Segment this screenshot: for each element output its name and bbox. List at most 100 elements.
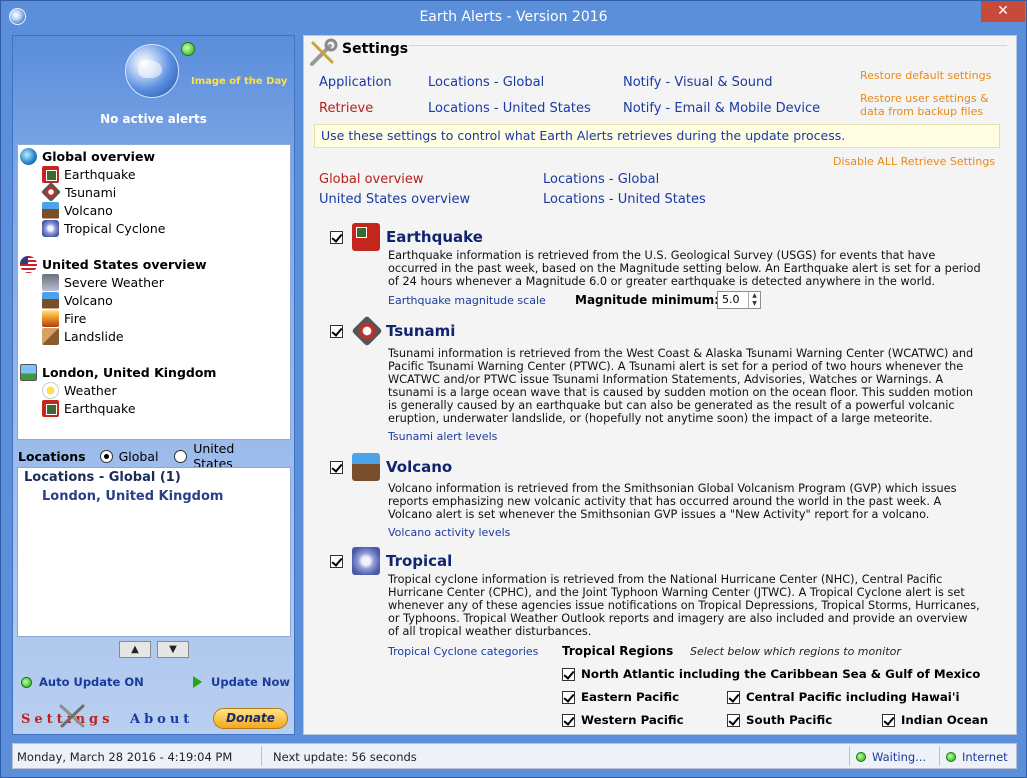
nav-application[interactable]: Application [319,75,392,90]
region-central-pacific[interactable]: Central Pacific including Hawai'i [727,690,960,704]
status-bar: Monday, March 28 2016 - 4:19:04 PM Next … [12,743,1017,769]
update-now-button[interactable]: Update Now [193,675,290,689]
tropical-checkbox[interactable] [330,555,343,568]
spinner-icon[interactable]: ▲ ▼ [748,292,760,308]
nav-locations-us[interactable]: Locations - United States [428,101,591,116]
region-indian-ocean[interactable]: Indian Ocean [882,713,988,727]
region-western-pacific[interactable]: Western Pacific [562,713,684,727]
about-link[interactable]: About [130,712,193,727]
tropical-title: Tropical [386,552,453,570]
tsunami-icon [41,182,61,202]
tree-group-london[interactable]: London, United Kingdom [18,363,290,381]
locations-selector: Locations Global United States [18,441,292,471]
status-divider [261,746,262,766]
tsunami-levels-link[interactable]: Tsunami alert levels [388,430,497,443]
close-button[interactable]: ✕ [981,1,1025,22]
restore-user-link-line2[interactable]: data from backup files [860,105,983,118]
move-down-button[interactable]: ▼ [157,641,189,658]
regions-subtitle: Select below which regions to monitor [690,645,901,658]
status-green-icon [181,42,195,56]
tree-item-severe-weather[interactable]: Severe Weather [18,273,290,291]
tree-item-tropical-cyclone[interactable]: Tropical Cyclone [18,219,290,237]
earthquake-desc-1: Earthquake information is retrieved from… [388,249,936,262]
nav-notify-visual[interactable]: Notify - Visual & Sound [623,75,773,90]
tree-item-london-earthquake[interactable]: Earthquake [18,399,290,417]
app-window: Earth Alerts - Version 2016 ✕ Image of t… [0,0,1027,778]
info-bar: Use these settings to control what Earth… [314,124,1000,148]
auto-update-status-icon [21,676,32,688]
nav-retrieve[interactable]: Retrieve [319,101,373,116]
region-north-atlantic[interactable]: North Atlantic including the Caribbean S… [562,667,980,681]
volcano-desc-3: Volcano alert is set whenever the Smiths… [388,508,930,521]
subnav-us-overview[interactable]: United States overview [319,192,470,207]
tropical-categories-link[interactable]: Tropical Cyclone categories [388,645,538,658]
magnitude-stepper[interactable]: 5.0 ▲ ▼ [717,291,761,309]
tree-group-us[interactable]: United States overview [18,255,290,273]
tree-item-earthquake[interactable]: Earthquake [18,165,290,183]
subnav-locations-us[interactable]: Locations - United States [543,192,706,207]
locations-list-header[interactable]: Locations - Global (1) [24,470,284,489]
tropical-desc-2: Hurricane Center (CPHC), and the Joint T… [388,586,965,599]
tsunami-checkbox[interactable] [330,325,343,338]
subnav-global-overview[interactable]: Global overview [319,172,424,187]
checkbox-icon [727,690,740,704]
auto-update-toggle[interactable]: Auto Update ON [21,675,144,689]
landslide-icon [42,327,59,345]
tsunami-title: Tsunami [386,322,456,340]
status-next-update: Next update: 56 seconds [273,750,417,764]
alerts-status: No active alerts [100,112,207,126]
donate-button[interactable]: Donate [213,708,288,729]
earthquake-checkbox[interactable] [330,231,343,244]
earthquake-desc-2: occurred in the past week, based on the … [388,262,981,275]
tree-group-global[interactable]: Global overview [18,147,290,165]
regions-title: Tropical Regions [562,644,674,658]
restore-user-link[interactable]: Restore user settings & [860,92,989,105]
locations-list: Locations - Global (1) London, United Ki… [17,467,291,637]
radio-unchecked-icon [174,449,188,463]
earthquake-desc-3: of 24 hours whenever a Magnitude 6.0 or … [388,275,936,288]
tree-item-fire[interactable]: Fire [18,309,290,327]
move-up-button[interactable]: ▲ [119,641,151,658]
region-eastern-pacific[interactable]: Eastern Pacific [562,690,679,704]
tropical-desc-5: of all tropical weather disturbances. [388,625,592,638]
nav-locations-global[interactable]: Locations - Global [428,75,544,90]
sidebar: Image of the Day No active alerts Global… [12,35,295,735]
earthquake-scale-link[interactable]: Earthquake magnitude scale [388,294,546,307]
subnav-locations-global[interactable]: Locations - Global [543,172,659,187]
earthquake-icon [42,399,59,417]
volcano-title: Volcano [386,458,453,476]
locations-label: Locations [18,448,86,464]
status-internet: Internet [946,750,1008,764]
image-of-day-link[interactable]: Image of the Day [191,76,287,87]
tsunami-desc-5: is generally caused by an earthquake but… [388,399,955,412]
internet-status-icon [946,752,956,762]
list-item[interactable]: London, United Kingdom [24,489,284,507]
radio-checked-icon [99,449,113,463]
title-bar: Earth Alerts - Version 2016 ✕ [1,1,1026,33]
earth-globe-icon[interactable] [125,44,179,98]
alerts-tree: Global overview Earthquake Tsunami Volca… [17,144,291,440]
header-divider [409,45,1007,46]
tree-item-landslide[interactable]: Landslide [18,327,290,345]
tools-icon [59,704,85,728]
tree-item-volcano[interactable]: Volcano [18,201,290,219]
nav-notify-email[interactable]: Notify - Email & Mobile Device [623,101,820,116]
checkbox-icon [562,713,575,727]
volcano-desc-1: Volcano information is retrieved from th… [388,482,957,495]
settings-panel: Settings Application Locations - Global … [303,35,1017,735]
radio-global[interactable]: Global [99,449,158,464]
tsunami-desc-3: WCATWC and/or PTWC issue Tsunami Informa… [388,373,944,386]
volcano-levels-link[interactable]: Volcano activity levels [388,526,510,539]
region-south-pacific[interactable]: South Pacific [727,713,832,727]
restore-default-link[interactable]: Restore default settings [860,69,991,82]
volcano-checkbox[interactable] [330,461,343,474]
earthquake-title: Earthquake [386,228,483,246]
tree-item-tsunami[interactable]: Tsunami [18,182,290,202]
disable-all-link[interactable]: Disable ALL Retrieve Settings [833,155,995,168]
tree-item-weather[interactable]: Weather [18,381,290,399]
settings-header: Settings [308,38,411,68]
window-title: Earth Alerts - Version 2016 [419,9,608,25]
fire-icon [42,309,59,327]
tree-item-us-volcano[interactable]: Volcano [18,291,290,309]
checkbox-icon [882,713,895,727]
